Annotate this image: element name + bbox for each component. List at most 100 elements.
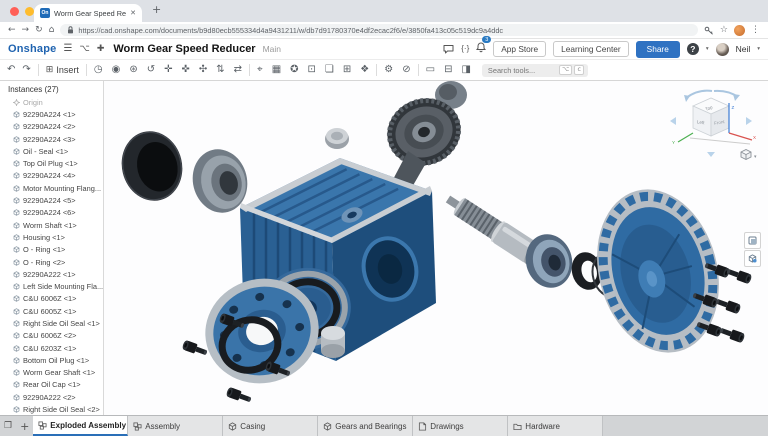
app-store-button[interactable]: App Store <box>493 41 546 57</box>
close-window-button[interactable] <box>10 7 19 16</box>
group-button[interactable]: ⊛ <box>129 65 137 75</box>
replicate-button[interactable]: ⊡ <box>308 65 316 75</box>
instance-list-item[interactable]: 92290A222 <2> <box>0 391 103 403</box>
forward-icon[interactable]: → <box>22 26 30 35</box>
follow-mode-icon[interactable]: {·} <box>461 45 469 53</box>
transform-button[interactable]: ⌖ <box>257 65 263 75</box>
workspace-name[interactable]: Main <box>263 44 281 54</box>
section-view-button[interactable]: ⊘ <box>402 65 410 75</box>
user-name[interactable]: Neil <box>736 44 751 54</box>
view-cube[interactable]: Top Left Front Z X Y <box>670 91 756 157</box>
user-menu-caret-icon[interactable]: ▾ <box>757 46 760 52</box>
feature-button[interactable]: ✪ <box>290 65 298 75</box>
part-socket-bolt[interactable] <box>182 340 209 358</box>
tab-exploded-assembly[interactable]: Exploded Assembly <box>33 416 128 436</box>
tab-gears-and-bearings[interactable]: Gears and Bearings <box>318 416 413 436</box>
back-icon[interactable]: ← <box>8 26 16 35</box>
view-options-button[interactable] <box>744 232 761 249</box>
named-positions-button[interactable]: ✜ <box>181 65 189 75</box>
part-socket-bolt[interactable] <box>725 266 752 284</box>
bookmark-star-icon[interactable]: ☆ <box>720 26 728 35</box>
animate-button[interactable]: ⇄ <box>234 65 242 75</box>
measure-button[interactable]: ▭ <box>426 65 435 75</box>
rotate-right-arrow[interactable] <box>746 117 752 125</box>
search-tools[interactable]: ⌥ c <box>482 64 588 77</box>
instances-header[interactable]: Instances (27) <box>0 81 103 96</box>
instance-list-item[interactable]: 92290A224 <4> <box>0 170 103 182</box>
browser-tab[interactable]: On Worm Gear Speed Reducer | E ✕ <box>34 4 142 22</box>
main-menu-icon[interactable]: ☰ <box>63 44 72 54</box>
pattern-button[interactable]: ▦ <box>272 65 281 75</box>
instance-list-item[interactable]: 92290A224 <6> <box>0 207 103 219</box>
default-views-button[interactable] <box>744 250 761 267</box>
instance-list-item[interactable]: Bottom Oil Plug <1> <box>0 354 103 366</box>
instance-list-item[interactable]: Left Side Mounting Fla... <box>0 280 103 292</box>
instance-list-item[interactable]: Worm Shaft <1> <box>0 219 103 231</box>
new-tab-button[interactable]: + <box>152 3 161 16</box>
instance-list-item[interactable]: 92290A224 <1> <box>0 108 103 120</box>
graphics-viewport[interactable]: Top Left Front Z X Y ▾ <box>104 81 768 415</box>
tab-casing[interactable]: Casing <box>223 416 318 436</box>
history-button[interactable]: ◷ <box>94 65 103 75</box>
instance-list-item[interactable]: Housing <1> <box>0 231 103 243</box>
insert-button[interactable]: ⊞ Insert <box>46 65 79 75</box>
part-top-oil-plug[interactable] <box>325 128 349 149</box>
mate-relation-button[interactable]: ↺ <box>147 65 155 75</box>
help-button[interactable]: ? <box>687 43 699 55</box>
in-context-button[interactable]: ❏ <box>325 65 334 75</box>
instance-list-item[interactable]: 92290A224 <3> <box>0 133 103 145</box>
tab-hardware[interactable]: Hardware <box>508 416 603 436</box>
onshape-logo[interactable]: Onshape <box>8 43 56 55</box>
instance-list-item[interactable]: C&U 6006Z <1> <box>0 293 103 305</box>
tab-manager-icon[interactable]: ❐ <box>4 422 12 431</box>
key-icon[interactable] <box>704 26 714 35</box>
hide-button[interactable]: ⊟ <box>444 65 452 75</box>
snap-mode-button[interactable]: ✛ <box>164 65 172 75</box>
undo-icon[interactable]: ↶ <box>7 65 15 75</box>
mate-button[interactable]: ◉ <box>112 65 121 75</box>
user-avatar[interactable] <box>716 43 729 56</box>
instance-list-item[interactable]: 92290A224 <5> <box>0 194 103 206</box>
create-document-icon[interactable]: ✚ <box>97 45 105 54</box>
help-caret-icon[interactable]: ▾ <box>706 46 709 52</box>
part-socket-bolt[interactable] <box>226 387 253 405</box>
redo-icon[interactable]: ↷ <box>22 65 30 75</box>
instance-list-item[interactable]: Right Side Oil Seal <1> <box>0 317 103 329</box>
instance-list-item[interactable]: C&U 6006Z <2> <box>0 330 103 342</box>
browser-profile-avatar[interactable] <box>734 25 745 36</box>
instance-list-item[interactable]: 92290A222 <1> <box>0 268 103 280</box>
view-cube-menu-button[interactable]: ▾ <box>741 150 757 161</box>
comment-icon[interactable] <box>443 44 454 54</box>
display-states-button[interactable]: ⇅ <box>216 65 224 75</box>
tab-drawings[interactable]: Drawings <box>413 416 508 436</box>
instance-list-item[interactable]: C&U 6203Z <1> <box>0 342 103 354</box>
part-rear-oil-cap[interactable] <box>580 176 737 367</box>
instance-list-item[interactable]: Motor Mounting Flang... <box>0 182 103 194</box>
exploded-view-button[interactable]: ✣ <box>199 65 207 75</box>
appearance-button[interactable]: ❖ <box>360 65 369 75</box>
part-socket-bolt[interactable] <box>714 296 741 314</box>
add-element-icon[interactable]: + <box>20 421 29 432</box>
instance-list-item[interactable]: 92290A224 <2> <box>0 121 103 133</box>
instance-list-item[interactable]: O - Ring <1> <box>0 244 103 256</box>
learning-center-button[interactable]: Learning Center <box>553 41 629 57</box>
search-tools-input[interactable] <box>486 65 557 76</box>
isolate-button[interactable]: ◨ <box>461 65 470 75</box>
versions-icon[interactable]: ⌥ <box>79 45 89 54</box>
address-bar[interactable]: https://cad.onshape.com/documents/b9d80e… <box>60 24 698 36</box>
bom-table-button[interactable]: ⊞ <box>343 65 351 75</box>
share-button[interactable]: Share <box>636 41 680 58</box>
instance-list-item[interactable]: Worm Gear Shaft <1> <box>0 367 103 379</box>
instance-list-item[interactable]: C&U 6005Z <1> <box>0 305 103 317</box>
part-bottom-oil-plug[interactable] <box>321 326 345 358</box>
part-oil-seal[interactable] <box>114 125 189 207</box>
rotate-left-arrow[interactable] <box>670 117 676 125</box>
rotate-down-arrow[interactable] <box>707 152 715 157</box>
notifications-bell[interactable]: 3 <box>476 40 486 58</box>
instance-origin[interactable]: Origin <box>0 96 103 108</box>
tab-close-icon[interactable]: ✕ <box>130 9 136 17</box>
instance-list-item[interactable]: Right Side Oil Seal <2> <box>0 403 103 415</box>
configurations-button[interactable]: ⚙ <box>384 65 393 75</box>
part-socket-bolt[interactable] <box>718 325 745 343</box>
browser-menu-icon[interactable]: ⋮ <box>751 26 760 35</box>
